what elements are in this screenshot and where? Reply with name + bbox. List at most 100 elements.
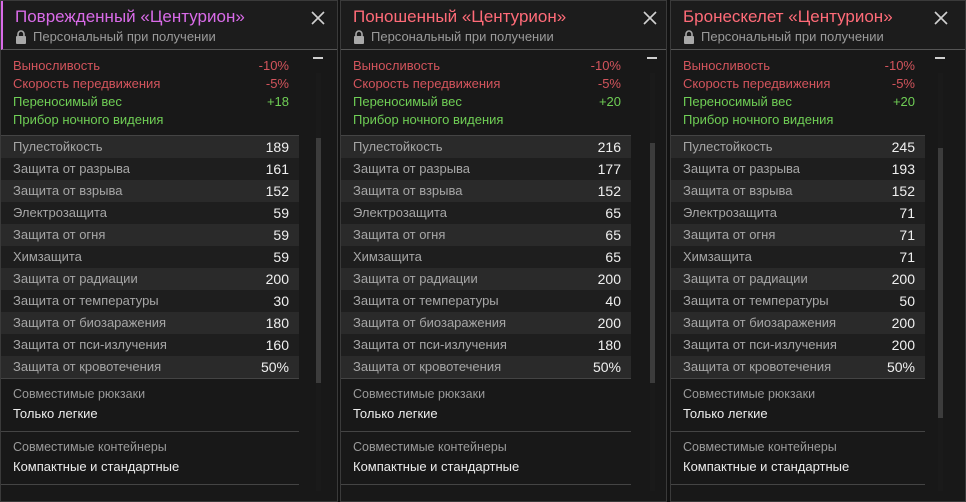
effect-row: Переносимый вес +20	[341, 93, 631, 111]
stat-value: 71	[899, 205, 915, 221]
effect-value: +20	[598, 94, 621, 109]
effect-label: Переносимый вес	[13, 94, 122, 109]
effects-list: Выносливость -10% Скорость передвижения -5%…	[1, 51, 299, 135]
stat-row: Химзащита 65	[341, 246, 631, 268]
effect-row: Выносливость -10%	[341, 57, 631, 75]
stat-label: Химзащита	[683, 249, 752, 264]
stat-row: Защита от радиации 200	[341, 268, 631, 290]
stat-value: 200	[891, 271, 915, 287]
effect-value: -5%	[265, 76, 289, 91]
effect-row: Скорость передвижения -5%	[671, 75, 925, 93]
scrollbar[interactable]	[931, 51, 951, 501]
backpacks-label: Совместимые рюкзаки	[13, 387, 146, 401]
tooltip-header: Бронескелет «Центурион» Персональный при …	[671, 1, 965, 50]
effect-label: Скорость передвижения	[683, 76, 831, 91]
scrollbar[interactable]	[643, 51, 663, 501]
stat-value: 152	[891, 183, 915, 199]
stat-label: Электрозащита	[13, 205, 108, 220]
effect-label: Прибор ночного видения	[13, 112, 164, 127]
scroll-thumb[interactable]	[938, 148, 943, 418]
stat-row: Пулестойкость 245	[671, 136, 925, 158]
containers-label: Совместимые контейнеры	[353, 440, 507, 454]
close-icon[interactable]	[311, 11, 325, 25]
binding-status: Персональный при получении	[15, 29, 216, 44]
stat-row: Пулестойкость 216	[341, 136, 631, 158]
stat-value: 216	[597, 139, 621, 155]
stats-table: Пулестойкость 245 Защита от разрыва 193 Защи…	[671, 136, 925, 378]
compatible-backpacks: Совместимые рюкзаки Только легкие	[671, 379, 925, 431]
stat-label: Химзащита	[353, 249, 422, 264]
stat-row: Защита от температуры 30	[1, 290, 299, 312]
item-title: Поношенный «Центурион»	[353, 7, 567, 26]
stat-value: 59	[273, 227, 289, 243]
binding-status: Персональный при получении	[683, 29, 884, 44]
binding-status-text: Персональный при получении	[701, 29, 884, 44]
effect-label: Скорость передвижения	[353, 76, 501, 91]
effect-label: Прибор ночного видения	[353, 112, 504, 127]
stat-label: Защита от пси-излучения	[683, 337, 837, 352]
effect-label: Выносливость	[683, 58, 770, 73]
stat-label: Защита от биозаражения	[13, 315, 167, 330]
scroll-track[interactable]	[938, 73, 943, 491]
compatible-containers: Совместимые контейнеры Компактные и станд…	[1, 432, 299, 484]
stat-label: Защита от разрыва	[683, 161, 801, 176]
item-tooltip-panel: Бронескелет «Центурион» Персональный при …	[670, 0, 966, 502]
stat-label: Защита от температуры	[683, 293, 829, 308]
backpacks-value: Только легкие	[13, 406, 98, 421]
stats-table: Пулестойкость 216 Защита от разрыва 177 Защи…	[341, 136, 631, 378]
stat-label: Защита от радиации	[683, 271, 808, 286]
effect-label: Переносимый вес	[353, 94, 462, 109]
effect-value: -10%	[884, 58, 915, 73]
tooltip-header: Поношенный «Центурион» Персональный при п…	[341, 1, 666, 50]
effect-label: Переносимый вес	[683, 94, 792, 109]
effect-row: Выносливость -10%	[671, 57, 925, 75]
stat-label: Электрозащита	[683, 205, 778, 220]
stat-row: Защита от взрыва 152	[671, 180, 925, 202]
containers-value: Компактные и стандартные	[683, 459, 850, 474]
stat-row: Защита от взрыва 152	[341, 180, 631, 202]
stat-value: 200	[265, 271, 289, 287]
effect-label: Прибор ночного видения	[683, 112, 834, 127]
containers-label: Совместимые контейнеры	[13, 440, 167, 454]
item-title: Бронескелет «Центурион»	[683, 7, 893, 26]
close-icon[interactable]	[643, 11, 657, 25]
close-icon[interactable]	[934, 11, 948, 25]
stat-row: Пулестойкость 189	[1, 136, 299, 158]
stat-value: 200	[891, 337, 915, 353]
scrollbar[interactable]	[309, 51, 329, 501]
stat-row: Защита от огня 65	[341, 224, 631, 246]
compatible-backpacks: Совместимые рюкзаки Только легкие	[1, 379, 299, 431]
stat-label: Защита от разрыва	[13, 161, 131, 176]
stat-value: 245	[891, 139, 915, 155]
stat-value: 71	[899, 227, 915, 243]
effect-label: Скорость передвижения	[13, 76, 161, 91]
stat-label: Защита от кровотечения	[353, 359, 502, 374]
stat-row: Защита от температуры 40	[341, 290, 631, 312]
effects-list: Выносливость -10% Скорость передвижения -5%…	[341, 51, 631, 135]
scroll-up-button[interactable]	[935, 57, 945, 59]
containers-value: Компактные и стандартные	[13, 459, 180, 474]
item-tooltip-panel: Поношенный «Центурион» Персональный при п…	[340, 0, 667, 502]
stat-value: 200	[597, 271, 621, 287]
tooltip-content: Выносливость -10% Скорость передвижения -5%…	[1, 51, 299, 501]
scroll-up-button[interactable]	[313, 57, 323, 59]
stat-value: 71	[899, 249, 915, 265]
effect-row: Прибор ночного видения	[671, 111, 925, 129]
stat-label: Защита от взрыва	[353, 183, 463, 198]
scroll-track[interactable]	[650, 73, 655, 491]
scroll-thumb[interactable]	[650, 143, 655, 383]
stat-value: 40	[605, 293, 621, 309]
stat-row: Защита от огня 71	[671, 224, 925, 246]
backpacks-value: Только легкие	[683, 406, 768, 421]
stat-row: Защита от биозаражения 200	[671, 312, 925, 334]
scroll-thumb[interactable]	[316, 138, 321, 383]
scroll-track[interactable]	[316, 73, 321, 491]
stat-row: Защита от биозаражения 200	[341, 312, 631, 334]
stat-value: 50%	[592, 359, 621, 375]
item-title: Поврежденный «Центурион»	[15, 7, 245, 26]
stat-value: 152	[597, 183, 621, 199]
stat-row: Защита от разрыва 177	[341, 158, 631, 180]
stat-value: 50%	[260, 359, 289, 375]
backpacks-label: Совместимые рюкзаки	[683, 387, 816, 401]
scroll-up-button[interactable]	[647, 57, 657, 59]
